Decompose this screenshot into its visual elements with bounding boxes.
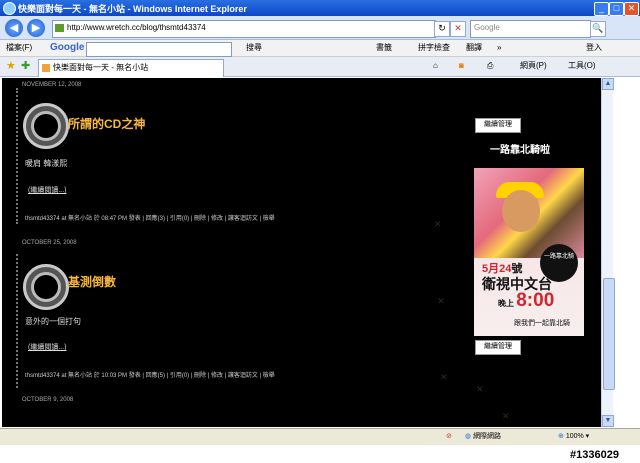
post-date: OCTOBER 25, 2008 [22,240,77,246]
window-title: 快樂面對每一天 - 無名小站 - Windows Internet Explor… [18,4,247,14]
manage-button[interactable]: 繼續管理 [475,340,521,355]
close-button[interactable]: ✕ [624,2,639,16]
bookmarks-button[interactable]: 書籤 [376,40,392,56]
celtic-knot-icon [23,264,69,310]
celtic-knot-icon [23,103,69,149]
forward-button[interactable]: ▶ [27,19,45,37]
maximize-button[interactable]: □ [609,2,624,16]
security-zone: ◍ 網際網路 [465,433,502,440]
post-date: OCTOBER 9, 2008 [22,397,74,403]
ad-photo-face [502,190,540,232]
zoom-level[interactable]: ⊕ 100% ▾ [558,429,589,445]
post-body: 暖肩 韓漾熙 [25,159,68,168]
title-bar: 快樂面對每一天 - 無名小站 - Windows Internet Explor… [0,0,640,16]
more-chevron[interactable]: » [497,40,501,56]
home-icon[interactable]: ⌂ [433,57,438,75]
ad-time: 晚上 8:00 [498,290,555,311]
read-more-link[interactable]: (繼續閱讀...) [28,342,67,352]
tools-menu[interactable]: 工具(O) [568,57,596,75]
page-icon [55,24,64,32]
translate-button[interactable]: 翻譯 [466,40,482,56]
ie-logo-icon [3,2,16,15]
post-meta[interactable]: thsmtd43374 at 無名小站 於 08:47 PM 發表 | 回應(3… [25,213,275,222]
post-title[interactable]: 所謂的CD之神 [68,115,145,132]
sparkle-decoration-icon: ✕ [476,384,484,394]
google-search-input[interactable] [86,42,232,57]
sidebar-title: 一路靠北騎啦 [490,145,550,156]
back-button[interactable]: ◀ [5,19,23,37]
refresh-button[interactable]: ↻ [434,21,450,37]
sparkle-decoration-icon: ✕ [440,372,448,382]
rss-icon[interactable]: ◙ [459,57,464,75]
add-favorite-icon[interactable]: ✚ [21,57,30,75]
scroll-thumb[interactable] [603,278,615,390]
sparkle-decoration-icon: ✕ [434,219,442,229]
search-input[interactable]: Google [470,20,591,38]
read-more-link[interactable]: (繼續閱讀...) [28,185,67,195]
scroll-up-arrow-icon[interactable]: ▲ [602,78,614,90]
scroll-down-arrow-icon[interactable]: ▼ [602,415,614,427]
address-toolbar: ◀ ▶ http://www.wretch.cc/blog/thsmtd4337… [0,16,640,40]
status-bar: ⊘ ◍ 網際網路 ⊕ 100% ▾ [0,428,640,445]
print-icon[interactable]: ⎙ [487,57,493,75]
search-go-button[interactable]: 🔍 [590,21,606,37]
url-text: http://www.wretch.cc/blog/thsmtd43374 [67,23,206,32]
tab-title: 快樂面對每一天 - 無名小站 [53,63,149,72]
vertical-scrollbar[interactable]: ▲ ▼ [601,78,615,427]
file-menu[interactable]: 檔案(F) [6,40,32,56]
tab-bar: ★ ✚ 快樂面對每一天 - 無名小站 ⌂ ◙ ⎙ 網頁(P) 工具(O) [0,57,640,77]
post-divider [16,88,20,224]
google-toolbar: 檔案(F) Google 搜尋 書籤 拼字檢查 翻譯 » 登入 [0,40,640,57]
watermark-id: #1336029 [570,449,619,461]
tab-current[interactable]: 快樂面對每一天 - 無名小站 [38,59,224,77]
address-input[interactable]: http://www.wretch.cc/blog/thsmtd43374 [52,20,436,38]
signin-button[interactable]: 登入 [586,40,602,56]
post-date: NOVEMBER 12, 2008 [22,82,82,88]
page-content: NOVEMBER 12, 2008 所謂的CD之神 暖肩 韓漾熙 (繼續閱讀..… [2,78,601,427]
minimize-button[interactable]: _ [594,2,609,16]
popup-blocked-icon: ⊘ [446,433,452,440]
post-meta[interactable]: thsmtd43374 at 無名小站 於 10:03 PM 發表 | 回應(5… [25,370,275,379]
google-logo: Google [50,42,85,53]
manage-button[interactable]: 繼續管理 [475,118,521,133]
google-search-button[interactable]: 搜尋 [246,40,262,56]
tv-ad-banner[interactable]: 一路靠北騎 5月24號 衛視中文台 晚上 8:00 跟我們一起靠北騎 [474,168,584,336]
post-title[interactable]: 基測倒數 [68,273,116,290]
post-divider [16,254,20,388]
page-menu[interactable]: 網頁(P) [520,57,547,75]
sparkle-decoration-icon: ✕ [502,411,510,421]
sparkle-decoration-icon: ✕ [437,296,445,306]
post-body: 意外的一個打句 [25,317,81,326]
spellcheck-button[interactable]: 拼字檢查 [418,40,450,56]
favorites-star-icon[interactable]: ★ [6,57,16,75]
stop-button[interactable]: ✕ [450,21,466,37]
site-favicon-icon [42,64,50,72]
ad-follow: 跟我們一起靠北騎 [514,320,570,327]
